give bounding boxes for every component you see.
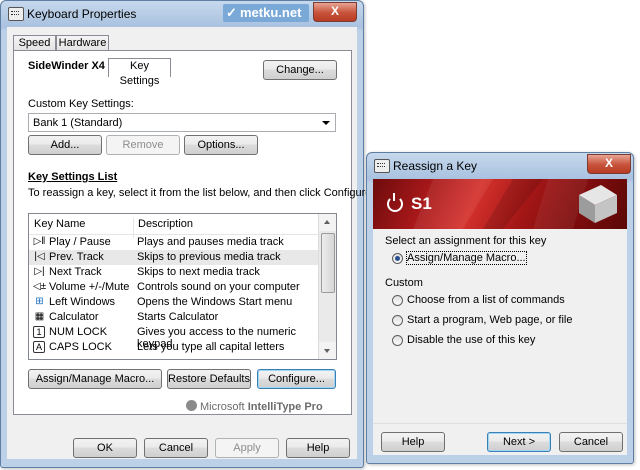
select-assignment-label: Select an assignment for this key — [385, 235, 547, 247]
key-name: S1 — [411, 194, 432, 213]
list-header: Key Name Description — [29, 214, 318, 238]
choose-commands-radio[interactable] — [392, 295, 403, 306]
column-key-name[interactable]: Key Name — [34, 218, 85, 230]
assign-macro-radio[interactable] — [392, 253, 403, 264]
previous-track-icon: |◁ — [34, 251, 45, 262]
dialog-body: S1 Select an assignment for this key Ass… — [373, 179, 627, 455]
custom-key-settings-label: Custom Key Settings: — [28, 98, 134, 110]
choose-commands-label[interactable]: Choose from a list of commands — [407, 294, 565, 306]
dialog-body: Speed Hardware Key Settings SideWinder X… — [7, 27, 374, 459]
next-button[interactable]: Next > — [487, 432, 551, 452]
close-button[interactable]: X — [587, 154, 631, 174]
list-instructions: To reassign a key, select it from the li… — [28, 187, 375, 199]
list-scrollbar[interactable] — [318, 214, 336, 359]
watermark-logo: ✓ metku.net — [223, 4, 309, 22]
list-item[interactable]: ▷‖ Play / Pause Plays and pauses media t… — [29, 235, 318, 250]
windows-logo-icon: ⊞ — [35, 296, 44, 307]
microsoft-intellitype-logo: Microsoft IntelliType Pro — [186, 400, 323, 413]
scroll-down-arrow-icon[interactable] — [319, 342, 336, 359]
column-description[interactable]: Description — [138, 218, 193, 230]
list-item[interactable]: |◁ Prev. Track Skips to previous media t… — [29, 250, 318, 265]
chevron-down-icon — [322, 121, 330, 125]
add-button[interactable]: Add... — [28, 135, 102, 155]
keyboard-properties-window: Keyboard Properties ✓ metku.net X Speed … — [0, 0, 374, 468]
brand-flag-icon — [186, 400, 197, 411]
reassign-key-window: Reassign a Key X S1 Select an assignment… — [366, 152, 634, 464]
power-key-icon — [387, 196, 403, 212]
play-pause-icon: ▷‖ — [33, 236, 46, 247]
start-program-radio[interactable] — [392, 315, 403, 326]
assign-manage-macro-button[interactable]: Assign/Manage Macro... — [28, 369, 162, 389]
button-separator — [373, 423, 627, 424]
next-track-icon: ▷| — [34, 266, 45, 277]
list-item[interactable]: ⊞ Left Windows Opens the Windows Start m… — [29, 295, 318, 310]
start-program-label[interactable]: Start a program, Web page, or file — [407, 314, 573, 326]
options-button[interactable]: Options... — [184, 135, 258, 155]
restore-defaults-button[interactable]: Restore Defaults — [167, 369, 251, 389]
remove-button[interactable]: Remove — [106, 135, 180, 155]
ok-button[interactable]: OK — [73, 438, 137, 458]
scroll-up-arrow-icon[interactable] — [319, 214, 336, 231]
tab-hardware[interactable]: Hardware — [56, 35, 109, 51]
cancel-button[interactable]: Cancel — [144, 438, 208, 458]
num-lock-icon: 1 — [33, 326, 45, 338]
calculator-icon: ▦ — [34, 311, 45, 322]
tab-key-settings[interactable]: Key Settings — [108, 58, 171, 87]
key-settings-list-title: Key Settings List — [28, 171, 118, 183]
power-line — [393, 193, 395, 201]
list-item[interactable]: A CAPS LOCK Lets you type all capital le… — [29, 340, 318, 355]
keyboard-icon — [374, 159, 390, 173]
keyboard-icon — [8, 7, 24, 21]
custom-label: Custom — [385, 277, 423, 289]
help-button[interactable]: Help — [381, 432, 445, 452]
key-settings-list[interactable]: Key Name Description ▷‖ Play / Pause Pla… — [28, 213, 337, 360]
disable-key-radio[interactable] — [392, 335, 403, 346]
list-item[interactable]: 1 NUM LOCK Gives you access to the numer… — [29, 325, 318, 350]
scrollbar-thumb[interactable] — [321, 233, 335, 293]
configure-button[interactable]: Configure... — [257, 369, 336, 389]
key-settings-panel: SideWinder X4 Keyboard Change... Custom … — [13, 50, 374, 415]
change-button[interactable]: Change... — [263, 60, 337, 80]
list-item[interactable]: ▦ Calculator Starts Calculator — [29, 310, 318, 325]
apply-button[interactable]: Apply — [215, 438, 279, 458]
list-item[interactable]: ▷| Next Track Skips to next media track — [29, 265, 318, 280]
assign-macro-label[interactable]: Assign/Manage Macro... — [406, 251, 527, 265]
help-button[interactable]: Help — [286, 438, 350, 458]
volume-icon: ◁± — [33, 281, 47, 292]
tab-speed[interactable]: Speed — [13, 35, 56, 51]
key-banner: S1 — [373, 179, 627, 229]
cancel-button[interactable]: Cancel — [559, 432, 623, 452]
window-title: Reassign a Key — [393, 159, 478, 173]
title-bar[interactable]: Keyboard Properties ✓ metku.net X — [1, 1, 363, 27]
list-item[interactable]: ◁± Volume +/-/Mute Controls sound on you… — [29, 280, 318, 295]
window-title: Keyboard Properties — [27, 7, 137, 21]
caps-lock-icon: A — [33, 341, 45, 353]
key-cube-icon — [579, 185, 617, 223]
bank-select[interactable]: Bank 1 (Standard) — [28, 113, 336, 132]
close-button[interactable]: X — [313, 2, 357, 22]
disable-key-label[interactable]: Disable the use of this key — [407, 334, 535, 346]
title-bar[interactable]: Reassign a Key X — [367, 153, 633, 179]
